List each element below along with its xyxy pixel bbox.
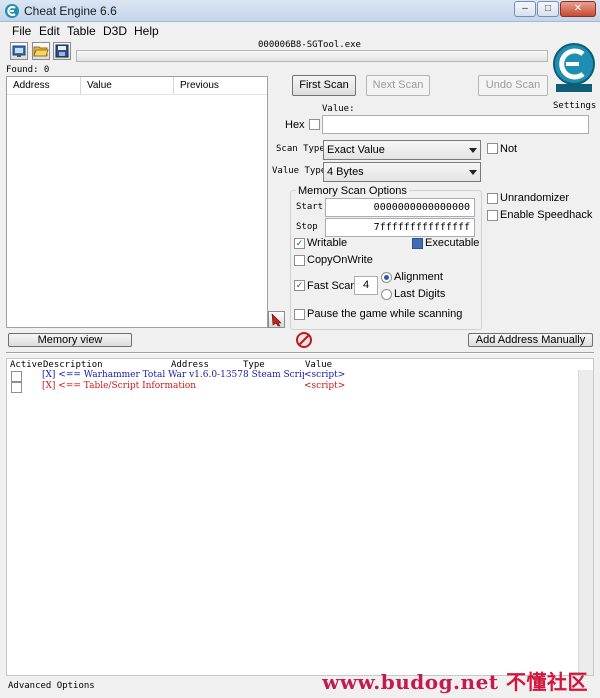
column-type[interactable]: Type [243, 360, 265, 370]
column-value[interactable]: Value [81, 77, 174, 94]
pointer-tool-button[interactable] [268, 311, 285, 328]
save-button[interactable] [53, 42, 71, 60]
title-bar: Cheat Engine 6.6 – □ ✕ [0, 0, 600, 22]
unrandomizer-checkbox[interactable] [487, 193, 498, 204]
copyonwrite-checkbox[interactable] [294, 255, 305, 266]
alignment-label: Alignment [394, 271, 443, 283]
table-row-description[interactable]: [X] <== Warhammer Total War v1.6.0-13578… [42, 370, 333, 380]
alignment-radio[interactable] [381, 272, 392, 283]
last-digits-label: Last Digits [394, 288, 446, 300]
value-type-value: 4 Bytes [327, 166, 364, 178]
found-count: Found: 0 [6, 65, 50, 75]
save-icon [55, 44, 69, 58]
hex-checkbox[interactable] [309, 119, 320, 130]
executable-checkbox[interactable] [412, 238, 423, 249]
speedhack-label: Enable Speedhack [500, 209, 593, 221]
column-description[interactable]: Description [43, 360, 103, 370]
memory-view-button[interactable]: Memory view [8, 333, 132, 347]
menu-table[interactable]: Table [67, 24, 96, 38]
cheat-engine-logo-icon[interactable] [552, 40, 596, 100]
pause-game-label: Pause the game while scanning [307, 308, 463, 320]
next-scan-button[interactable]: Next Scan [366, 75, 430, 96]
copyonwrite-label: CopyOnWrite [307, 254, 373, 266]
cheat-engine-icon [5, 4, 19, 18]
scan-type-select[interactable]: Exact Value [323, 140, 481, 160]
table-row-description[interactable]: [X] <== Table/Script Information [42, 381, 196, 391]
stop-icon[interactable] [296, 332, 312, 348]
undo-scan-button[interactable]: Undo Scan [478, 75, 548, 96]
minimize-button[interactable]: – [514, 1, 536, 17]
table-row-value[interactable]: <script> [304, 370, 346, 380]
watermark-url: www.budog.net [322, 670, 499, 694]
results-header: Address Value Previous [7, 77, 267, 95]
fastscan-checkbox[interactable] [294, 280, 305, 291]
open-process-icon [12, 45, 26, 57]
memory-scan-options-title: Memory Scan Options [296, 185, 409, 197]
splitter[interactable] [6, 352, 594, 354]
column-active[interactable]: Active [10, 360, 43, 370]
fastscan-label: Fast Scan [307, 280, 357, 292]
value-type-label: Value Type [272, 166, 327, 176]
writable-label: Writable [307, 237, 348, 249]
hex-label: Hex [285, 119, 305, 131]
start-address-input[interactable]: 0000000000000000 [325, 198, 475, 217]
address-table[interactable] [6, 358, 594, 676]
chevron-down-icon [469, 170, 477, 175]
menu-edit[interactable]: Edit [39, 24, 60, 38]
add-address-manually-button[interactable]: Add Address Manually [468, 333, 593, 347]
scan-results-list[interactable]: Address Value Previous [6, 76, 268, 328]
row-active-checkbox[interactable] [11, 382, 22, 393]
value-input[interactable] [322, 115, 589, 134]
fastscan-alignment-input[interactable]: 4 [354, 276, 378, 295]
advanced-options-link[interactable]: Advanced Options [8, 681, 95, 691]
column-value[interactable]: Value [305, 360, 332, 370]
row-active-checkbox[interactable] [11, 371, 22, 382]
first-scan-button[interactable]: First Scan [292, 75, 356, 96]
start-label: Start [296, 202, 324, 212]
scan-type-value: Exact Value [327, 144, 385, 156]
last-digits-radio[interactable] [381, 289, 392, 300]
not-label: Not [500, 143, 518, 155]
window-title: Cheat Engine 6.6 [24, 4, 117, 18]
watermark-cn: 不懂社区 [506, 670, 588, 694]
open-process-button[interactable] [10, 42, 28, 60]
menu-d3d[interactable]: D3D [103, 24, 127, 38]
not-checkbox[interactable] [487, 143, 498, 154]
maximize-button[interactable]: □ [537, 1, 559, 17]
open-file-icon [33, 46, 49, 57]
writable-checkbox[interactable] [294, 238, 305, 249]
scan-progress-bar [76, 50, 548, 62]
open-file-button[interactable] [32, 42, 50, 60]
menu-bar: File Edit Table D3D Help [0, 22, 600, 40]
unrandomizer-label: Unrandomizer [500, 192, 570, 204]
menu-help[interactable]: Help [134, 24, 159, 38]
column-previous[interactable]: Previous [174, 77, 267, 94]
close-button[interactable]: ✕ [560, 1, 596, 17]
table-row-value[interactable]: <script> [304, 381, 345, 391]
process-name: 000006B8-SGTool.exe [258, 40, 361, 50]
vertical-scrollbar[interactable] [578, 370, 593, 675]
executable-label: Executable [425, 237, 480, 249]
column-address[interactable]: Address [171, 360, 209, 370]
chevron-down-icon [469, 148, 477, 153]
speedhack-checkbox[interactable] [487, 210, 498, 221]
scan-type-label: Scan Type [276, 144, 325, 154]
stop-address-input[interactable]: 7fffffffffffffff [325, 218, 475, 237]
menu-file[interactable]: File [12, 24, 31, 38]
value-type-select[interactable]: 4 Bytes [323, 162, 481, 182]
stop-label: Stop [296, 222, 318, 232]
arrow-pointer-icon [271, 313, 282, 327]
settings-link[interactable]: Settings [553, 101, 596, 111]
watermark: www.budog.net 不懂社区 [322, 666, 588, 695]
column-address[interactable]: Address [7, 77, 81, 94]
value-label: Value: [322, 104, 355, 114]
pause-game-checkbox[interactable] [294, 309, 305, 320]
